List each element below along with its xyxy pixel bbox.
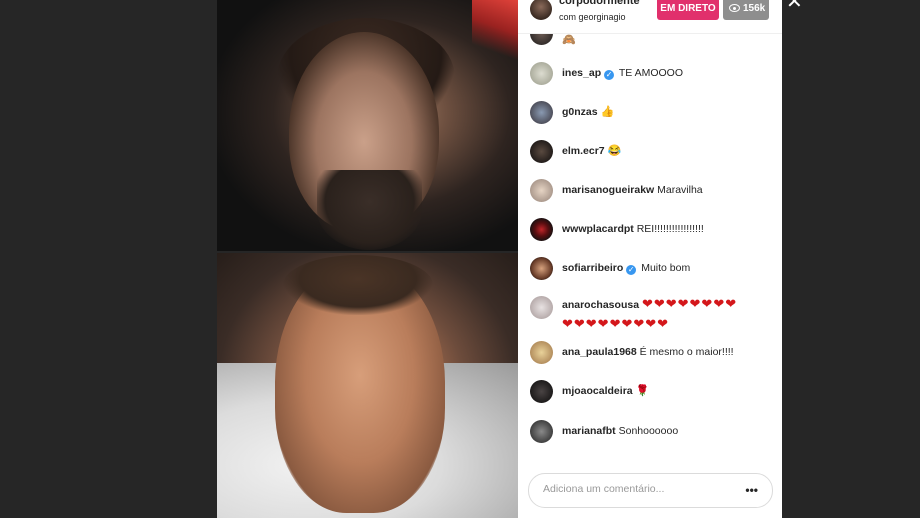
comment-text: Sonhoooooo bbox=[618, 425, 679, 437]
host-avatar[interactable] bbox=[530, 0, 552, 20]
laughing-emoji: 😂 bbox=[607, 145, 622, 157]
heart-emojis: ❤❤❤❤❤❤❤❤ bbox=[641, 296, 738, 311]
avatar[interactable] bbox=[530, 140, 553, 163]
monkey-emoji: 🙈 bbox=[562, 34, 576, 46]
video-feed-host bbox=[217, 253, 518, 518]
comment-username[interactable]: ana_paula1968 bbox=[562, 346, 637, 358]
guest-beard bbox=[317, 170, 422, 250]
avatar[interactable] bbox=[530, 101, 553, 124]
comment-username[interactable]: elm.ecr7 bbox=[562, 145, 605, 157]
viewer-count-badge: 156k bbox=[723, 0, 769, 20]
with-guest-line: com georginagio bbox=[559, 12, 626, 22]
comment-box: ••• bbox=[528, 473, 773, 508]
comment-text: É mesmo o maior!!!! bbox=[639, 346, 734, 358]
verified-badge-icon: ✓ bbox=[626, 265, 637, 275]
comment-username[interactable]: mjoaocaldeira bbox=[562, 385, 633, 397]
thumbs-up-emoji: 👍 bbox=[600, 106, 615, 118]
avatar[interactable] bbox=[530, 380, 553, 403]
live-chat-panel: corpodormente com georginagio EM DIRETO … bbox=[518, 0, 782, 518]
host-username[interactable]: corpodormente bbox=[559, 0, 640, 7]
viewer-count: 156k bbox=[743, 3, 766, 14]
eye-icon bbox=[729, 4, 740, 12]
avatar[interactable] bbox=[530, 179, 553, 202]
avatar[interactable] bbox=[530, 218, 553, 241]
comment-username[interactable]: g0nzas bbox=[562, 106, 598, 118]
comment-username[interactable]: anarochasousa bbox=[562, 299, 639, 311]
close-icon[interactable]: ✕ bbox=[786, 0, 803, 12]
live-badge: EM DIRETO bbox=[657, 0, 719, 20]
car-interior-light bbox=[472, 0, 518, 70]
verified-badge-icon: ✓ bbox=[604, 70, 615, 80]
more-options-icon[interactable]: ••• bbox=[745, 483, 758, 497]
avatar[interactable] bbox=[530, 420, 553, 443]
comment-username[interactable]: marisanogueirakw bbox=[562, 184, 654, 196]
live-header: corpodormente com georginagio EM DIRETO … bbox=[518, 0, 782, 34]
avatar[interactable] bbox=[530, 62, 553, 85]
heart-emojis-continued: ❤❤❤❤❤❤❤❤❤ bbox=[562, 316, 670, 331]
comment-input[interactable] bbox=[543, 483, 733, 495]
comment-text: Muito bom bbox=[641, 262, 691, 274]
rose-emoji: 🌹 bbox=[635, 385, 650, 397]
host-hair bbox=[283, 255, 433, 315]
comment-username[interactable]: marianafbt bbox=[562, 425, 616, 437]
comment-text: TE AMOOOO bbox=[618, 67, 684, 79]
comment-text: REI!!!!!!!!!!!!!!!!! bbox=[636, 223, 704, 235]
comment-username[interactable]: sofiarribeiro bbox=[562, 262, 623, 274]
comment-username[interactable]: wwwplacardpt bbox=[562, 223, 634, 235]
comment-username[interactable]: ines_ap bbox=[562, 67, 601, 79]
comment-text: Maravilha bbox=[657, 184, 703, 196]
video-feed-guest bbox=[217, 0, 518, 251]
avatar[interactable] bbox=[530, 296, 553, 319]
avatar[interactable] bbox=[530, 257, 553, 280]
avatar[interactable] bbox=[530, 341, 553, 364]
